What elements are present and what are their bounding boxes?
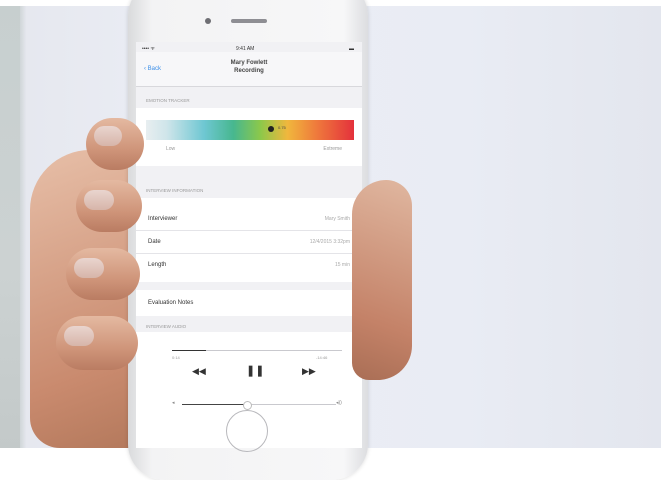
navigation-bar: ‹ Back Mary Fowlett Recording	[136, 52, 362, 87]
info-key: Date	[148, 239, 161, 245]
emotion-marker[interactable]	[267, 126, 274, 132]
front-camera	[205, 18, 211, 24]
audio-progress-bar[interactable]	[172, 350, 342, 351]
spectrum-low-label: Low	[166, 146, 176, 152]
volume-low-icon: ◂	[172, 400, 175, 406]
fingernail	[74, 258, 104, 278]
hand-thumb	[352, 180, 412, 380]
emotion-tracker-card: 0.75 Low Extreme	[136, 108, 362, 166]
earpiece-speaker	[231, 19, 267, 23]
left-edge-strip	[0, 0, 20, 448]
info-row-date: Date 12/4/2015 3:32pm	[136, 231, 362, 254]
volume-high-icon: ◂))	[336, 400, 342, 406]
remaining-time: -14:46	[316, 355, 328, 360]
forward-icon[interactable]: ▶▶	[302, 366, 316, 377]
info-key: Interviewer	[148, 216, 178, 222]
emotion-spectrum-bar: 0.75	[146, 120, 354, 140]
nav-subtitle: Recording	[234, 68, 264, 74]
evaluation-notes-row[interactable]: Evaluation Notes	[136, 290, 362, 316]
home-button[interactable]	[226, 410, 268, 452]
spectrum-high-label: Extreme	[323, 146, 342, 152]
phone-screen: •••• ᯤ 9:41 AM ▬ ‹ Back Mary Fowlett Rec…	[136, 42, 362, 448]
fingernail	[84, 190, 114, 210]
fingernail	[94, 126, 122, 146]
info-value: 12/4/2015 3:32pm	[309, 239, 350, 245]
volume-fill	[182, 404, 247, 405]
audio-progress-fill	[172, 350, 206, 351]
volume-slider[interactable]	[182, 401, 336, 410]
info-row-length: Length 15 min	[136, 254, 362, 276]
info-value: Mary Smith	[324, 216, 350, 222]
info-card: Interviewer Mary Smith Date 12/4/2015 3:…	[136, 198, 362, 282]
fingernail	[64, 326, 94, 346]
pause-icon[interactable]: ❚❚	[246, 364, 264, 377]
nav-title: Mary Fowlett	[230, 60, 268, 66]
evaluation-notes-label: Evaluation Notes	[148, 300, 194, 306]
elapsed-time: 0:14	[172, 355, 180, 360]
volume-knob[interactable]	[242, 401, 252, 410]
info-row-interviewer: Interviewer Mary Smith	[136, 208, 362, 231]
audio-section-header: INTERVIEW AUDIO	[146, 324, 187, 329]
emotion-marker-value: 0.75	[278, 125, 286, 130]
info-key: Length	[148, 262, 167, 268]
info-value: 15 min	[334, 262, 350, 268]
emotion-section-header: EMOTION TRACKER	[146, 98, 190, 103]
rewind-icon[interactable]: ◀◀	[192, 366, 206, 377]
info-section-header: INTERVIEW INFORMATION	[146, 188, 204, 193]
